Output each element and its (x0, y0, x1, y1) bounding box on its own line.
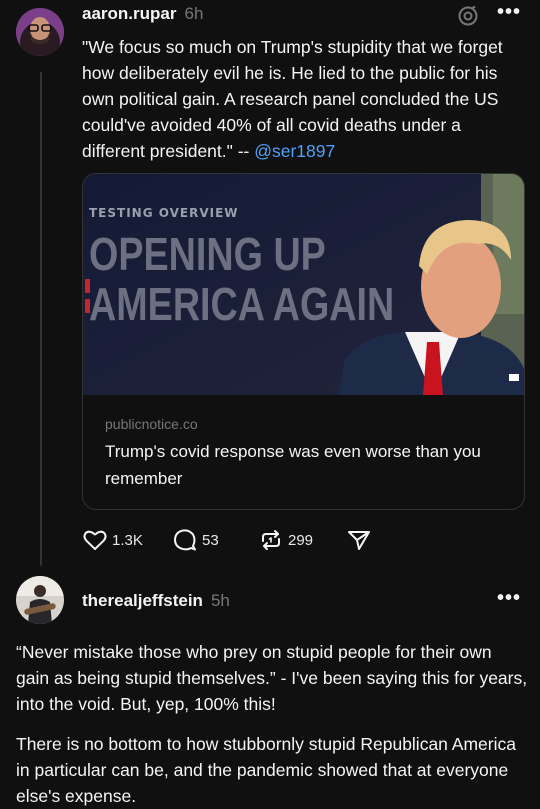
like-count: 1.3K (112, 531, 143, 549)
image-kicker: TESTING OVERVIEW (89, 206, 239, 220)
avatar[interactable] (16, 576, 64, 624)
threads-logo-icon[interactable] (456, 4, 480, 33)
post-paragraph-2: There is no bottom to how stubbornly stu… (16, 734, 516, 806)
username[interactable]: aaron.rupar (82, 4, 176, 23)
post-header: therealjeffstein 5h (82, 591, 230, 611)
timestamp: 5h (210, 591, 230, 610)
avatar-image (16, 8, 64, 56)
link-domain: publicnotice.co (105, 416, 198, 432)
repost-button[interactable]: 299 (258, 528, 313, 552)
avatar[interactable] (16, 8, 64, 56)
send-icon (348, 531, 370, 550)
more-icon[interactable]: ••• (497, 587, 521, 610)
comment-icon (174, 529, 196, 551)
image-headline-2: AMERICA AGAIN (89, 278, 395, 330)
post-text: "We focus so much on Trump's stupidity t… (82, 34, 522, 164)
repost-count: 299 (288, 531, 314, 549)
username[interactable]: therealjeffstein (82, 591, 203, 610)
image-headline-1: OPENING UP (89, 228, 326, 280)
thread-line (40, 72, 42, 566)
like-button[interactable]: 1.3K (82, 528, 143, 552)
link-preview-image: TESTING OVERVIEW OPENING UP AMERICA AGAI… (83, 174, 524, 395)
heart-icon (83, 530, 107, 550)
timestamp: 6h (184, 4, 204, 23)
more-icon[interactable]: ••• (497, 1, 521, 24)
mention-link[interactable]: @ser1897 (254, 141, 335, 161)
avatar-image (16, 576, 64, 624)
reply-button[interactable]: 53 (172, 528, 219, 552)
repost-icon (262, 530, 280, 550)
post-paragraph-1: “Never mistake those who prey on stupid … (16, 642, 528, 714)
link-title: Trump's covid response was even worse th… (105, 442, 481, 488)
reply-count: 53 (202, 531, 219, 549)
link-preview-card[interactable]: TESTING OVERVIEW OPENING UP AMERICA AGAI… (82, 173, 525, 510)
share-button[interactable] (346, 528, 372, 552)
post-header: aaron.rupar 6h (82, 4, 203, 24)
